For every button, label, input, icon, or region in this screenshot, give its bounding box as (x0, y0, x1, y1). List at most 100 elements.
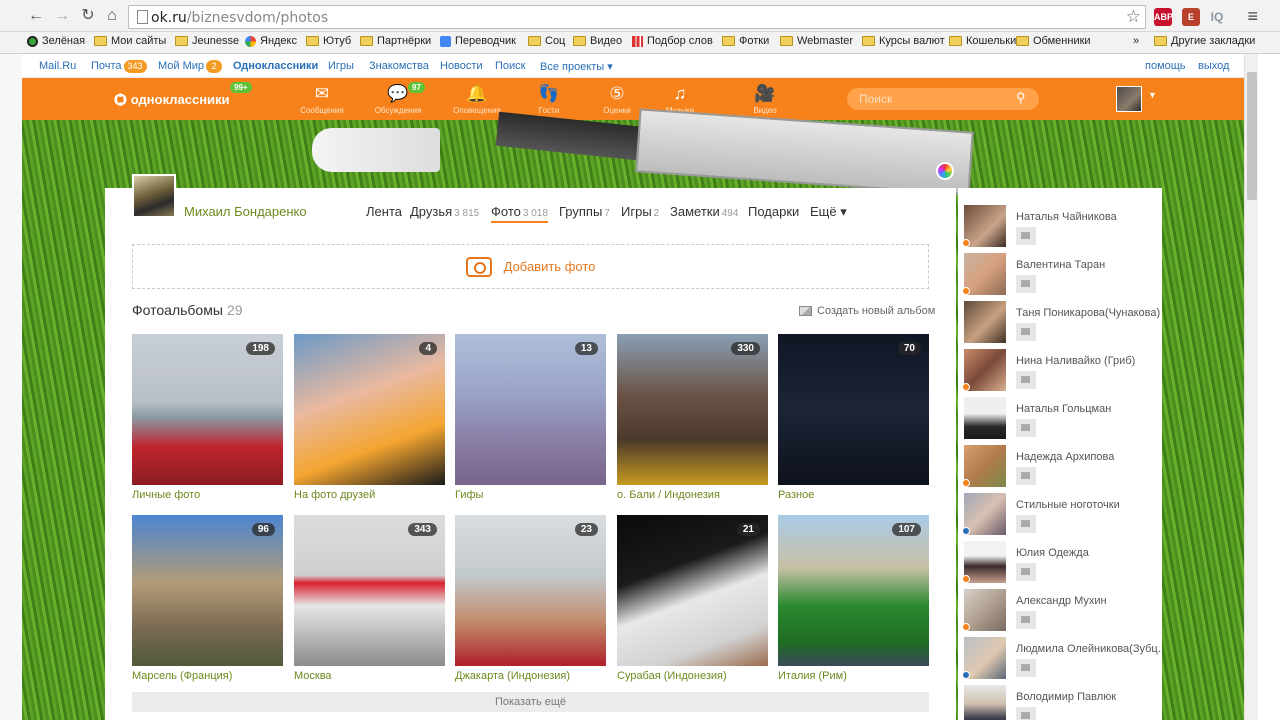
bookmark-star-icon[interactable]: ☆ (1126, 7, 1141, 27)
url-text[interactable]: ok.ru/biznesvdom/photos (151, 10, 328, 26)
album-title[interactable]: Джакарта (Индонезия) (455, 670, 606, 682)
add-photo-button[interactable]: Добавить фото (132, 244, 929, 289)
friend-avatar[interactable] (964, 445, 1006, 487)
friend-avatar[interactable] (964, 397, 1006, 439)
address-bar[interactable]: ok.ru/biznesvdom/photos ☆ (128, 5, 1146, 29)
adblock-icon[interactable]: ABP (1154, 8, 1173, 26)
tool-envelope[interactable]: ✉ Сообщения (292, 84, 352, 115)
album-cover-image[interactable]: 23 (455, 515, 606, 666)
send-message-icon[interactable] (1016, 515, 1036, 533)
bookmark-item[interactable]: Фотки (722, 35, 769, 47)
album-title[interactable]: о. Бали / Индонезия (617, 489, 768, 501)
tool-video[interactable]: 🎥 Видео (735, 84, 795, 115)
page-scrollbar[interactable] (1244, 54, 1258, 720)
friend-item[interactable]: Надежда Архипова (962, 445, 1162, 493)
send-message-icon[interactable] (1016, 563, 1036, 581)
album-title[interactable]: Италия (Рим) (778, 670, 929, 682)
bookmark-item[interactable]: Видео (573, 35, 622, 47)
friend-name[interactable]: Нина Наливайко (Гриб) (1016, 355, 1162, 367)
bookmark-item[interactable]: Обменники (1016, 35, 1091, 47)
other-bookmarks-folder[interactable]: Другие закладки (1154, 35, 1255, 47)
friend-name[interactable]: Юлия Одежда (1016, 547, 1162, 559)
profile-tab[interactable]: Заметки 494 (670, 204, 738, 219)
friend-item[interactable]: Володимир Павлюк (964, 685, 1160, 720)
vse-proekty-link[interactable]: Все проекты ▾ (540, 60, 613, 73)
send-message-icon[interactable] (1016, 323, 1036, 341)
album-cover-image[interactable]: 330 (617, 334, 768, 485)
profile-tab[interactable]: Игры 2 (621, 204, 659, 219)
logout-link[interactable]: выход (1198, 60, 1229, 72)
bookmark-item[interactable]: Соц (528, 35, 565, 47)
album-title[interactable]: Гифы (455, 489, 606, 501)
friend-avatar[interactable] (964, 301, 1006, 343)
send-message-icon[interactable] (1016, 707, 1036, 720)
bookmark-item[interactable]: Переводчик (440, 35, 516, 47)
album-title[interactable]: Москва (294, 670, 445, 682)
photo-album[interactable]: 4 На фото друзей (294, 334, 445, 501)
evernote-icon[interactable]: E (1182, 8, 1200, 26)
bookmark-item[interactable]: Кошельки (949, 35, 1016, 47)
friend-item[interactable]: Нина Наливайко (Гриб) (962, 349, 1162, 397)
moi-mir-link[interactable]: Мой Мир 2 (158, 60, 223, 73)
album-title[interactable]: На фото друзей (294, 489, 445, 501)
iq-icon[interactable]: IQ (1208, 8, 1226, 26)
friend-name[interactable]: Володимир Павлюк (1016, 691, 1162, 703)
photo-album[interactable]: 330 о. Бали / Индонезия (617, 334, 768, 501)
profile-name[interactable]: Михаил Бондаренко (184, 204, 307, 219)
friend-name[interactable]: Людмила Олейникова(Зубц... (1016, 643, 1162, 655)
odnoklassniki-link[interactable]: Одноклассники (233, 60, 318, 72)
tool-bell[interactable]: 🔔 Оповещения (447, 84, 507, 115)
bookmark-item[interactable]: Курсы валют (862, 35, 945, 47)
poisk-link[interactable]: Поиск (495, 60, 525, 72)
bookmark-item[interactable]: Jeunesse (175, 35, 239, 47)
bookmark-item[interactable]: Ютуб (306, 35, 351, 47)
album-title[interactable]: Сурабая (Индонезия) (617, 670, 768, 682)
album-cover-image[interactable]: 96 (132, 515, 283, 666)
ok-search-input[interactable] (847, 88, 1039, 110)
profile-tab[interactable]: Фото 3 018 (491, 204, 548, 223)
help-link[interactable]: помощь (1145, 60, 1186, 72)
photo-album[interactable]: 343 Москва (294, 515, 445, 682)
friend-avatar[interactable] (964, 253, 1006, 295)
friend-name[interactable]: Наталья Чайникова (1016, 211, 1162, 223)
bookmark-item[interactable]: Яндекс (245, 35, 297, 47)
bookmarks-overflow-button[interactable]: » (1133, 35, 1139, 47)
back-icon[interactable]: ← (26, 6, 46, 26)
send-message-icon[interactable] (1016, 659, 1036, 677)
profile-avatar[interactable] (132, 174, 176, 218)
forward-icon[interactable]: → (52, 6, 72, 26)
send-message-icon[interactable] (1016, 467, 1036, 485)
friend-name[interactable]: Александр Мухин (1016, 595, 1162, 607)
photo-album[interactable]: 96 Марсель (Франция) (132, 515, 283, 682)
album-title[interactable]: Личные фото (132, 489, 283, 501)
friend-avatar[interactable] (964, 349, 1006, 391)
friend-avatar[interactable] (964, 589, 1006, 631)
photo-album[interactable]: 70 Разное (778, 334, 929, 501)
profile-tab[interactable]: Ещё ▾ (810, 204, 847, 220)
profile-tab[interactable]: Подарки (748, 204, 799, 219)
send-message-icon[interactable] (1016, 227, 1036, 245)
friend-avatar[interactable] (964, 493, 1006, 535)
photo-album[interactable]: 23 Джакарта (Индонезия) (455, 515, 606, 682)
friend-name[interactable]: Валентина Таран (1016, 259, 1162, 271)
reload-icon[interactable]: ↻ (78, 6, 98, 26)
send-message-icon[interactable] (1016, 419, 1036, 437)
pochta-link[interactable]: Почта 343 (91, 60, 147, 73)
photo-album[interactable]: 107 Италия (Рим) (778, 515, 929, 682)
bookmark-item[interactable]: Партнёрки (360, 35, 431, 47)
novosti-link[interactable]: Новости (440, 60, 483, 72)
friend-name[interactable]: Наталья Гольцман (1016, 403, 1162, 415)
album-cover-image[interactable]: 343 (294, 515, 445, 666)
bookmark-item[interactable]: Мои сайты (94, 35, 166, 47)
cover-palette-icon[interactable] (936, 162, 954, 180)
bookmark-item[interactable]: Подбор слов (632, 35, 713, 47)
friend-name[interactable]: Надежда Архипова (1016, 451, 1162, 463)
friend-item[interactable]: Людмила Олейникова(Зубц... (962, 637, 1162, 685)
friend-item[interactable]: Валентина Таран (962, 253, 1162, 301)
profile-tab[interactable]: Группы 7 (559, 204, 610, 219)
photo-album[interactable]: 21 Сурабая (Индонезия) (617, 515, 768, 682)
igry-link[interactable]: Игры (328, 60, 354, 72)
tool-footprints[interactable]: 👣 Гости (519, 84, 579, 115)
album-cover-image[interactable]: 21 (617, 515, 768, 666)
friend-item[interactable]: Наталья Гольцман (964, 397, 1160, 445)
